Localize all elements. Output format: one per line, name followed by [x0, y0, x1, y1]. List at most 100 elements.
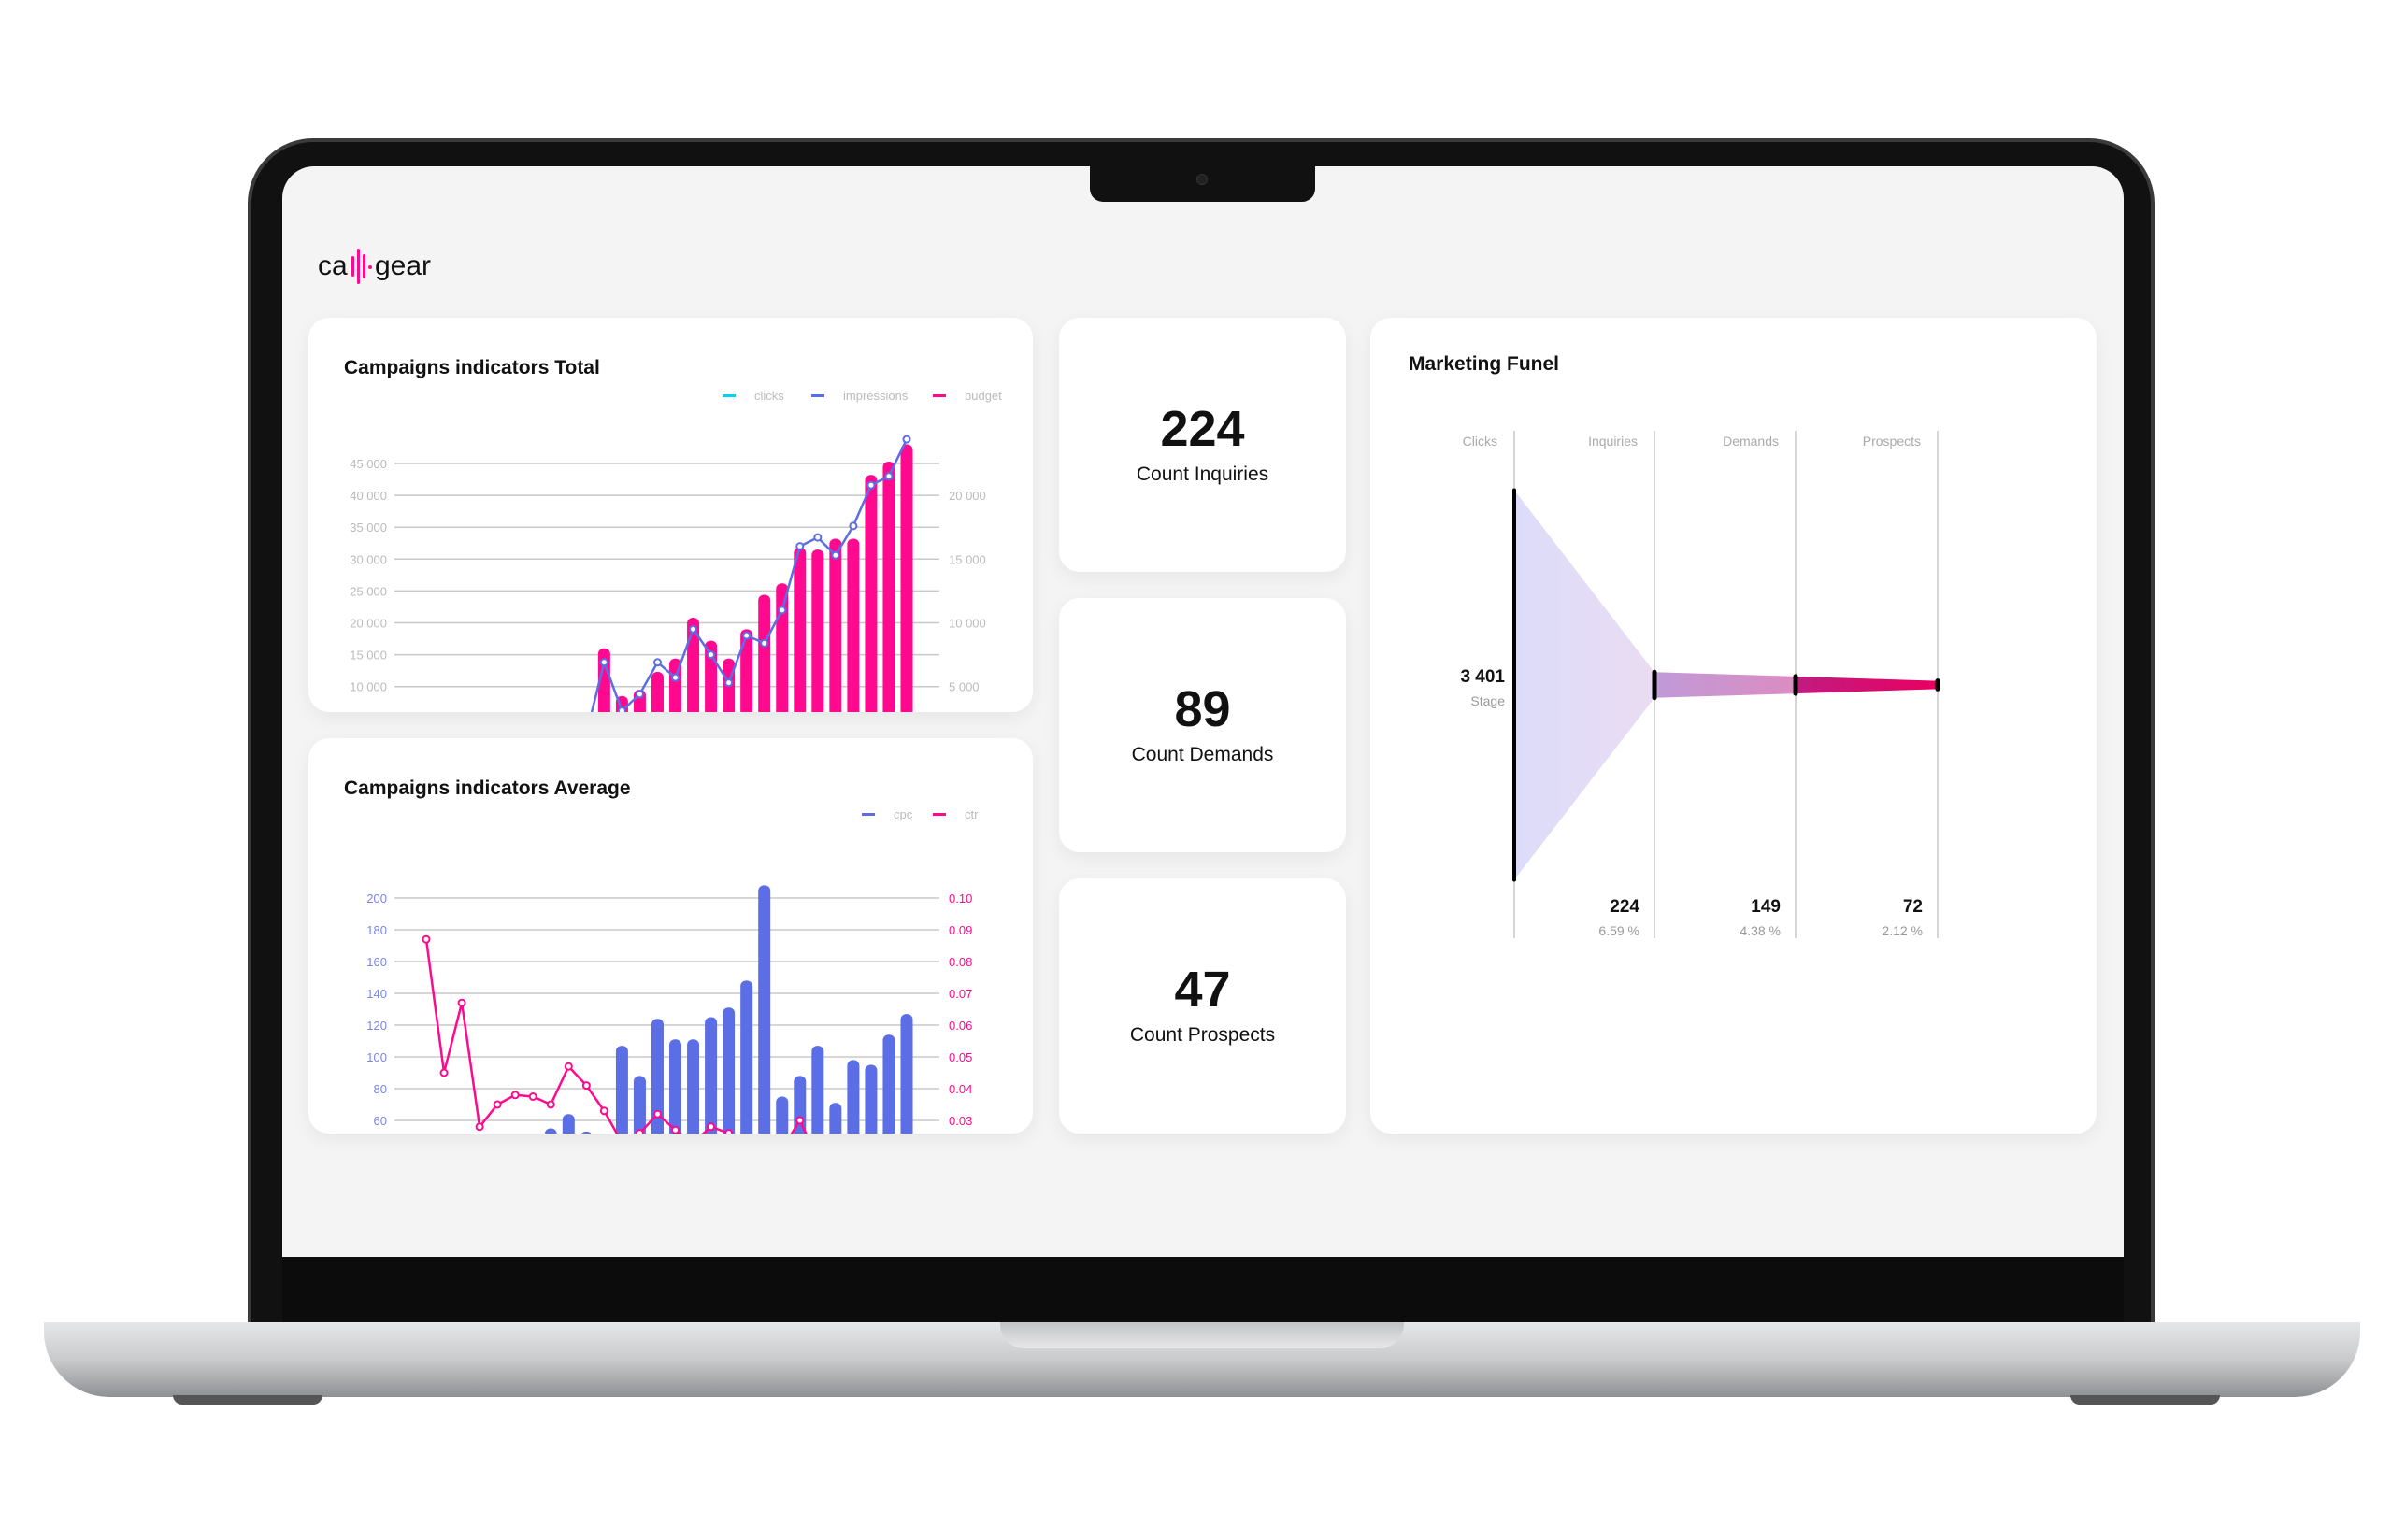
bar-budget — [794, 548, 807, 712]
kpi-card-demands: 89 Count Demands — [1059, 598, 1346, 852]
kpi-value: 47 — [1174, 962, 1231, 1018]
kpi-label: Count Prospects — [1129, 1024, 1276, 1046]
point-impressions — [795, 542, 805, 551]
funnel-percent: 4.38 % — [1740, 923, 1781, 938]
funnel-value: 3 401 — [1460, 667, 1505, 687]
point-ctr — [422, 934, 431, 944]
point-impressions — [724, 678, 734, 688]
y-tick-label: 25 000 — [350, 584, 387, 598]
funnel-value: 224 — [1610, 897, 1639, 917]
point-impressions — [742, 631, 752, 640]
bar-budget — [900, 444, 913, 712]
point-impressions — [599, 658, 608, 667]
point-ctr — [652, 1109, 662, 1119]
y-tick-label: 20 000 — [350, 617, 387, 631]
y-tick-label: 15 000 — [350, 649, 387, 663]
point-impressions — [671, 673, 680, 682]
y2-tick-label: 10 000 — [949, 617, 986, 631]
funnel-chart: Clicks Inquiries Demands Prospects 3 401 Stag… — [1460, 431, 1940, 938]
chart-total: -5 00005 00010 00015 00020 00025 00030 0… — [350, 435, 986, 712]
point-ctr — [795, 1116, 805, 1125]
point-impressions — [635, 690, 644, 699]
laptop-bezel-bottom — [282, 1257, 2124, 1322]
bar-cpc — [882, 1034, 895, 1134]
point-ctr — [581, 1081, 591, 1091]
bar-budget — [847, 538, 860, 712]
bar-cpc — [633, 1076, 646, 1134]
y2-tick-label: 0.10 — [949, 891, 972, 905]
bar-cpc — [847, 1060, 860, 1134]
bar-budget — [758, 594, 771, 712]
point-impressions — [849, 521, 858, 531]
kpi-label: Count Inquiries — [1136, 463, 1269, 485]
point-ctr — [475, 1122, 484, 1132]
point-ctr — [671, 1125, 680, 1134]
funnel-percent: 6.59 % — [1598, 923, 1639, 938]
bar-budget — [829, 538, 842, 712]
svg-text:gear: gear — [375, 250, 431, 281]
point-ctr — [546, 1100, 555, 1109]
y2-tick-label: 15 000 — [949, 552, 986, 566]
bar-cpc — [581, 1131, 592, 1134]
funnel-stage-name: Clicks — [1463, 434, 1497, 449]
bar-cpc — [562, 1114, 575, 1134]
y-tick-label: 180 — [366, 923, 387, 937]
bar-cpc — [669, 1039, 682, 1134]
chart-average: 02040608010012014016018020000.010.020.03… — [366, 885, 972, 1134]
bar-budget — [882, 461, 895, 712]
y2-tick-label: 20 000 — [949, 489, 986, 503]
y-tick-label: 120 — [366, 1019, 387, 1033]
campaigns-average-card: Campaigns indicators Average cpc ctr 020… — [308, 738, 1033, 1134]
y-tick-label: 160 — [366, 955, 387, 969]
funnel-value: 149 — [1751, 897, 1781, 917]
bar-budget — [776, 583, 789, 712]
y-tick-label: 100 — [366, 1050, 387, 1064]
bar-budget — [811, 549, 824, 712]
kpi-label: Count Demands — [1131, 744, 1274, 765]
bar-cpc — [900, 1014, 913, 1134]
funnel-sub: Stage — [1470, 693, 1505, 708]
point-impressions — [652, 658, 662, 667]
bar-cpc — [687, 1039, 700, 1134]
point-impressions — [778, 606, 787, 615]
kpi-card-prospects: 47 Count Prospects — [1059, 878, 1346, 1134]
bar-cpc — [865, 1064, 878, 1134]
funnel-segment — [1796, 676, 1938, 694]
point-impressions — [866, 480, 876, 490]
laptop-foot — [173, 1395, 322, 1405]
y-tick-label: 30 000 — [350, 552, 387, 566]
point-ctr — [564, 1062, 573, 1071]
bar-cpc — [829, 1103, 842, 1134]
camera-icon — [1196, 174, 1208, 185]
point-impressions — [617, 706, 626, 712]
y2-tick-label: 0.06 — [949, 1019, 972, 1033]
point-ctr — [599, 1106, 608, 1116]
bar-cpc — [776, 1096, 789, 1134]
y-tick-label: 45 000 — [350, 457, 387, 471]
funnel-stage-name: Demands — [1723, 434, 1779, 449]
bar-budget — [651, 672, 664, 712]
bar-cpc — [758, 885, 771, 1134]
kpi-value: 224 — [1160, 401, 1245, 457]
point-ctr — [528, 1092, 537, 1101]
campaigns-total-card: Campaigns indicators Total clicks impres… — [308, 318, 1033, 712]
y2-tick-label: 5 000 — [949, 680, 980, 694]
y2-tick-label: 0.08 — [949, 955, 972, 969]
bar-cpc — [811, 1046, 824, 1134]
bar-cpc — [740, 980, 753, 1134]
y2-tick-label: 0.05 — [949, 1050, 972, 1064]
point-ctr — [724, 1129, 734, 1134]
laptop-base-notch — [1000, 1322, 1404, 1348]
callgear-logo: ca gear — [318, 245, 458, 286]
point-ctr — [493, 1100, 502, 1109]
bar-cpc — [723, 1007, 736, 1134]
point-impressions — [831, 550, 840, 560]
point-impressions — [884, 472, 894, 481]
point-ctr — [635, 1129, 644, 1134]
funnel-stage-name: Inquiries — [1588, 434, 1638, 449]
funnel-value: 72 — [1903, 897, 1923, 917]
bar-budget — [740, 629, 753, 712]
laptop-foot — [2070, 1395, 2220, 1405]
point-ctr — [457, 998, 466, 1007]
y-tick-label: 10 000 — [350, 680, 387, 694]
